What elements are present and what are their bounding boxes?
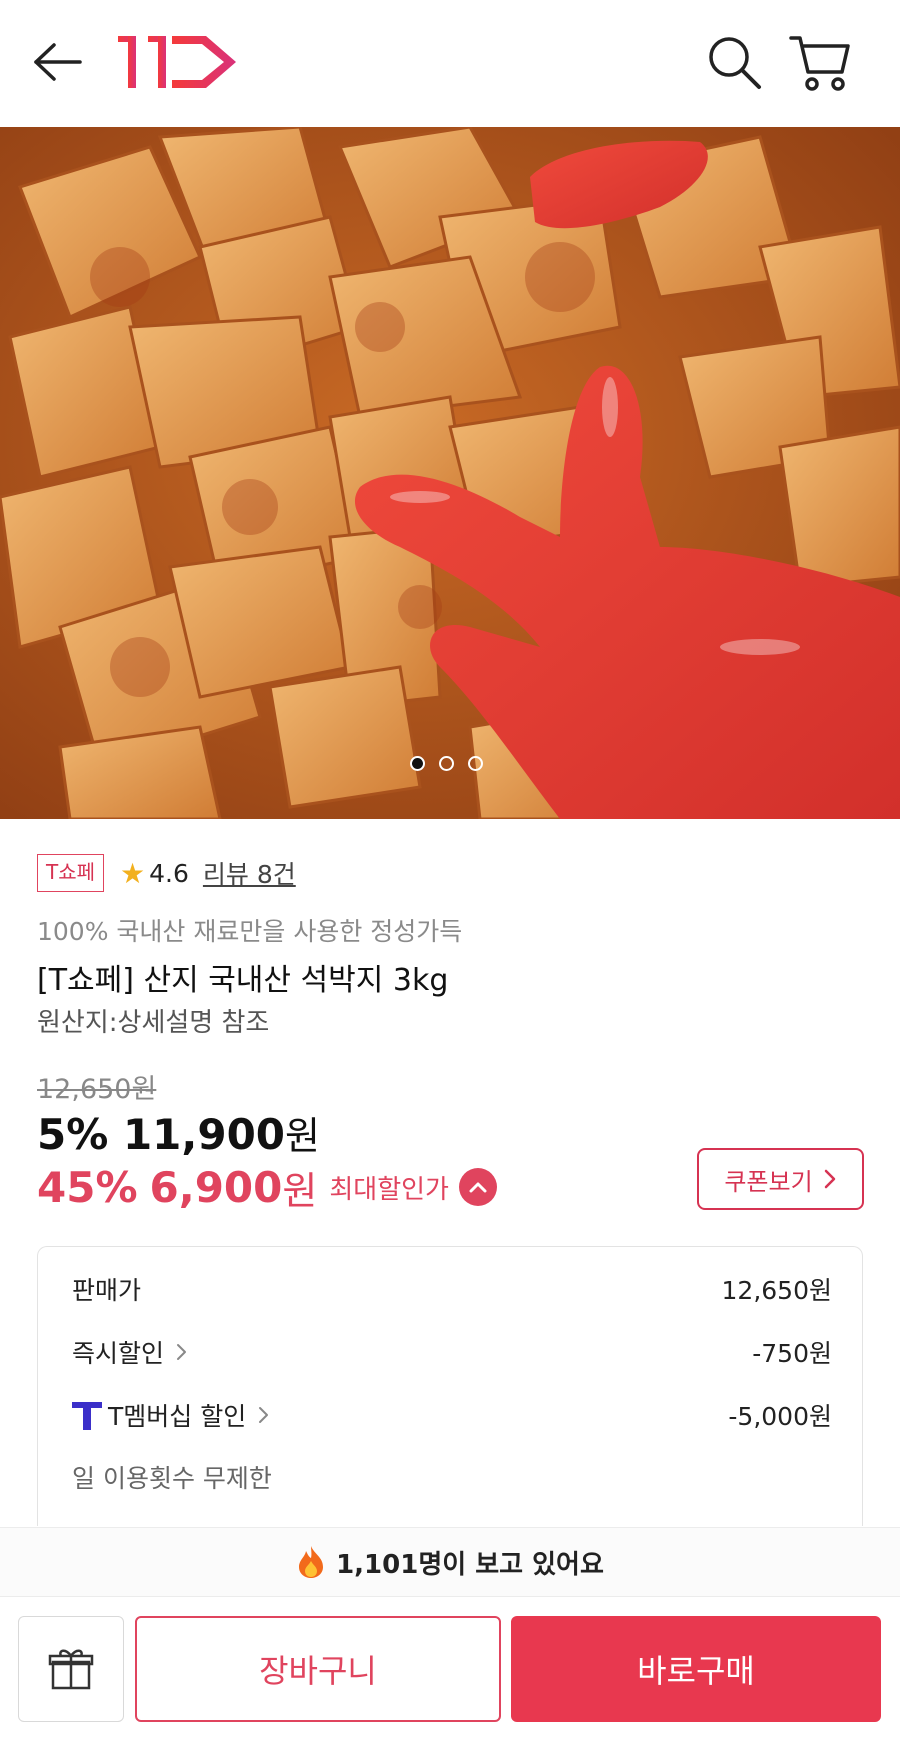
- arrow-left-icon: [34, 43, 82, 81]
- price-row-label: 판매가: [72, 1276, 142, 1305]
- price-detail-box: 판매가 12,650원 즉시할인 -750원 T멤버십 할인 -5,000원 일…: [37, 1246, 863, 1526]
- price-row-value: -750원: [752, 1339, 832, 1368]
- logo-mark: [118, 36, 236, 88]
- fire-icon: [299, 1546, 324, 1578]
- max-discount-won: 원: [282, 1168, 318, 1213]
- product-image[interactable]: [0, 127, 900, 819]
- price-row-label: 즉시할인: [72, 1339, 165, 1368]
- original-price: 12,650원: [37, 1074, 157, 1105]
- 11st-logo[interactable]: [112, 30, 242, 94]
- gift-button[interactable]: [18, 1616, 124, 1722]
- carousel-dot-active[interactable]: [410, 756, 425, 771]
- product-title: [T쇼페] 산지 국내산 석박지 3kg: [37, 963, 449, 998]
- price-row-value: 12,650원: [721, 1276, 832, 1305]
- collapse-button[interactable]: [458, 1168, 497, 1206]
- price-row-value: -5,000원: [728, 1402, 832, 1431]
- sale-percent: 5%: [37, 1110, 109, 1159]
- price-row-membership-discount[interactable]: T멤버십 할인 -5,000원: [72, 1395, 832, 1435]
- max-discount-price: 6,900: [149, 1162, 283, 1212]
- price-row-label-wrap: 즉시할인: [72, 1334, 188, 1370]
- price-row-label: T멤버십 할인: [108, 1402, 247, 1431]
- max-discount-row: 45% 6,900 원 최대할인가: [37, 1159, 497, 1215]
- sale-won: 원: [285, 1114, 320, 1158]
- sale-price-row: 5% 11,900원: [37, 1105, 320, 1160]
- rating-value: 4.6: [149, 858, 189, 888]
- product-meta: T쇼페 ★ 4.6 리뷰 8건: [37, 852, 867, 894]
- carousel-indicator: [410, 756, 490, 774]
- back-button[interactable]: [30, 38, 86, 86]
- cart-button[interactable]: [788, 30, 852, 94]
- bottom-action-bar: 장바구니 바로구매: [0, 1598, 900, 1741]
- viewers-text: 1,101명이 보고 있어요: [336, 1549, 604, 1580]
- chevron-right-icon: [177, 1344, 187, 1360]
- gift-icon: [48, 1649, 94, 1690]
- product-subtitle: 100% 국내산 재료만을 사용한 정성가득: [37, 917, 463, 946]
- viewers-banner: 1,101명이 보고 있어요: [0, 1527, 900, 1597]
- search-icon: [709, 37, 761, 89]
- search-button[interactable]: [704, 32, 764, 92]
- kimchi-photo: [0, 127, 900, 819]
- review-link[interactable]: 리뷰 8건: [203, 855, 296, 891]
- star-icon: ★: [120, 856, 146, 890]
- coupon-button-label: 쿠폰보기: [724, 1167, 813, 1196]
- cart-icon: [789, 36, 850, 91]
- chevron-up-icon: [469, 1182, 487, 1193]
- price-row-label-wrap: T멤버십 할인: [72, 1397, 270, 1433]
- coupon-button[interactable]: 쿠폰보기: [697, 1148, 864, 1210]
- chevron-right-icon: [259, 1407, 269, 1423]
- product-origin: 원산지:상세설명 참조: [37, 1008, 270, 1038]
- rating-row: T쇼페 ★ 4.6 리뷰 8건: [37, 852, 867, 894]
- carousel-dot[interactable]: [468, 756, 483, 771]
- add-to-cart-button[interactable]: 장바구니: [135, 1616, 501, 1722]
- t-membership-icon: [72, 1402, 102, 1430]
- top-header: [0, 0, 900, 127]
- membership-note: 일 이용횟수 무제한: [72, 1464, 272, 1493]
- max-discount-percent: 45%: [37, 1162, 138, 1212]
- tshope-badge: T쇼페: [37, 854, 105, 892]
- price-row-list: 판매가 12,650원: [72, 1269, 832, 1309]
- buy-now-button[interactable]: 바로구매: [511, 1616, 881, 1722]
- sale-price: 11,900: [122, 1110, 286, 1159]
- price-row-instant-discount[interactable]: 즉시할인 -750원: [72, 1332, 832, 1372]
- chevron-right-icon: [824, 1169, 835, 1189]
- max-discount-label: 최대할인가: [329, 1174, 449, 1205]
- carousel-dot[interactable]: [439, 756, 454, 771]
